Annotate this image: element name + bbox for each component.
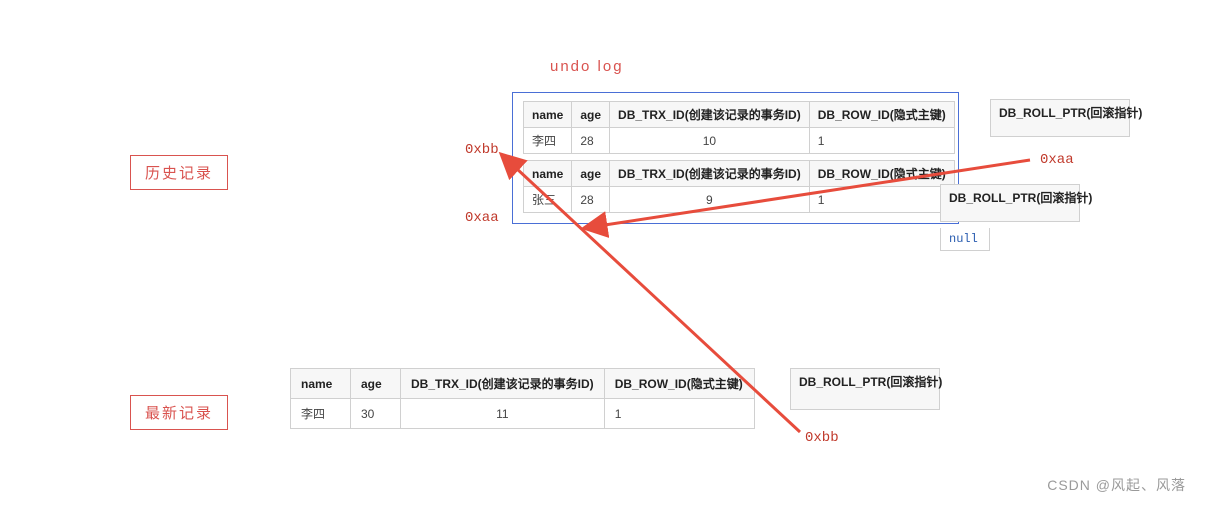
pointer-arrows xyxy=(0,0,1206,507)
table-header-row: name age DB_TRX_ID(创建该记录的事务ID) DB_ROW_ID… xyxy=(291,369,755,399)
cell-age: 28 xyxy=(572,128,610,154)
table-row: 李四 30 11 1 xyxy=(291,399,755,429)
col-trx: DB_TRX_ID(创建该记录的事务ID) xyxy=(401,369,605,399)
history-table-1: name age DB_TRX_ID(创建该记录的事务ID) DB_ROW_ID… xyxy=(523,101,955,154)
col-trx: DB_TRX_ID(创建该记录的事务ID) xyxy=(610,102,810,128)
latest-label: 最新记录 xyxy=(130,395,228,430)
watermark: CSDN @风起、风落 xyxy=(1047,475,1186,495)
table-header-row: name age DB_TRX_ID(创建该记录的事务ID) DB_ROW_ID… xyxy=(524,102,955,128)
cell-trx: 10 xyxy=(610,128,810,154)
cell-row: 1 xyxy=(809,187,954,213)
col-row: DB_ROW_ID(隐式主键) xyxy=(809,161,954,187)
table-header-row: name age DB_TRX_ID(创建该记录的事务ID) DB_ROW_ID… xyxy=(524,161,955,187)
col-age: age xyxy=(351,369,401,399)
cell-trx: 11 xyxy=(401,399,605,429)
col-row: DB_ROW_ID(隐式主键) xyxy=(809,102,954,128)
cell-age: 30 xyxy=(351,399,401,429)
cell-name: 李四 xyxy=(524,128,572,154)
roll-ptr-header-latest: DB_ROLL_PTR(回滚指针) xyxy=(790,368,940,410)
roll-ptr-header-1: DB_ROLL_PTR(回滚指针) xyxy=(990,99,1130,137)
roll-ptr-value-2: null xyxy=(940,228,990,251)
history-label: 历史记录 xyxy=(130,155,228,190)
addr-label-0xaa: 0xaa xyxy=(465,210,499,226)
cell-row: 1 xyxy=(809,128,954,154)
col-trx: DB_TRX_ID(创建该记录的事务ID) xyxy=(610,161,810,187)
cell-trx: 9 xyxy=(610,187,810,213)
table-row: 李四 28 10 1 xyxy=(524,128,955,154)
roll-ptr-header-2: DB_ROLL_PTR(回滚指针) xyxy=(940,184,1080,222)
col-name: name xyxy=(524,102,572,128)
col-age: age xyxy=(572,102,610,128)
col-age: age xyxy=(572,161,610,187)
cell-name: 李四 xyxy=(291,399,351,429)
undo-log-title: undo log xyxy=(550,58,624,75)
undo-log-box: name age DB_TRX_ID(创建该记录的事务ID) DB_ROW_ID… xyxy=(512,92,959,224)
col-name: name xyxy=(524,161,572,187)
history-table-2: name age DB_TRX_ID(创建该记录的事务ID) DB_ROW_ID… xyxy=(523,160,955,213)
table-row: 张三 28 9 1 xyxy=(524,187,955,213)
cell-row: 1 xyxy=(604,399,754,429)
cell-name: 张三 xyxy=(524,187,572,213)
cell-age: 28 xyxy=(572,187,610,213)
latest-table: name age DB_TRX_ID(创建该记录的事务ID) DB_ROW_ID… xyxy=(290,368,755,429)
col-row: DB_ROW_ID(隐式主键) xyxy=(604,369,754,399)
col-name: name xyxy=(291,369,351,399)
roll-ptr-value-latest: 0xbb xyxy=(805,430,839,446)
roll-ptr-value-1: 0xaa xyxy=(1040,152,1074,168)
addr-label-0xbb: 0xbb xyxy=(465,142,499,158)
